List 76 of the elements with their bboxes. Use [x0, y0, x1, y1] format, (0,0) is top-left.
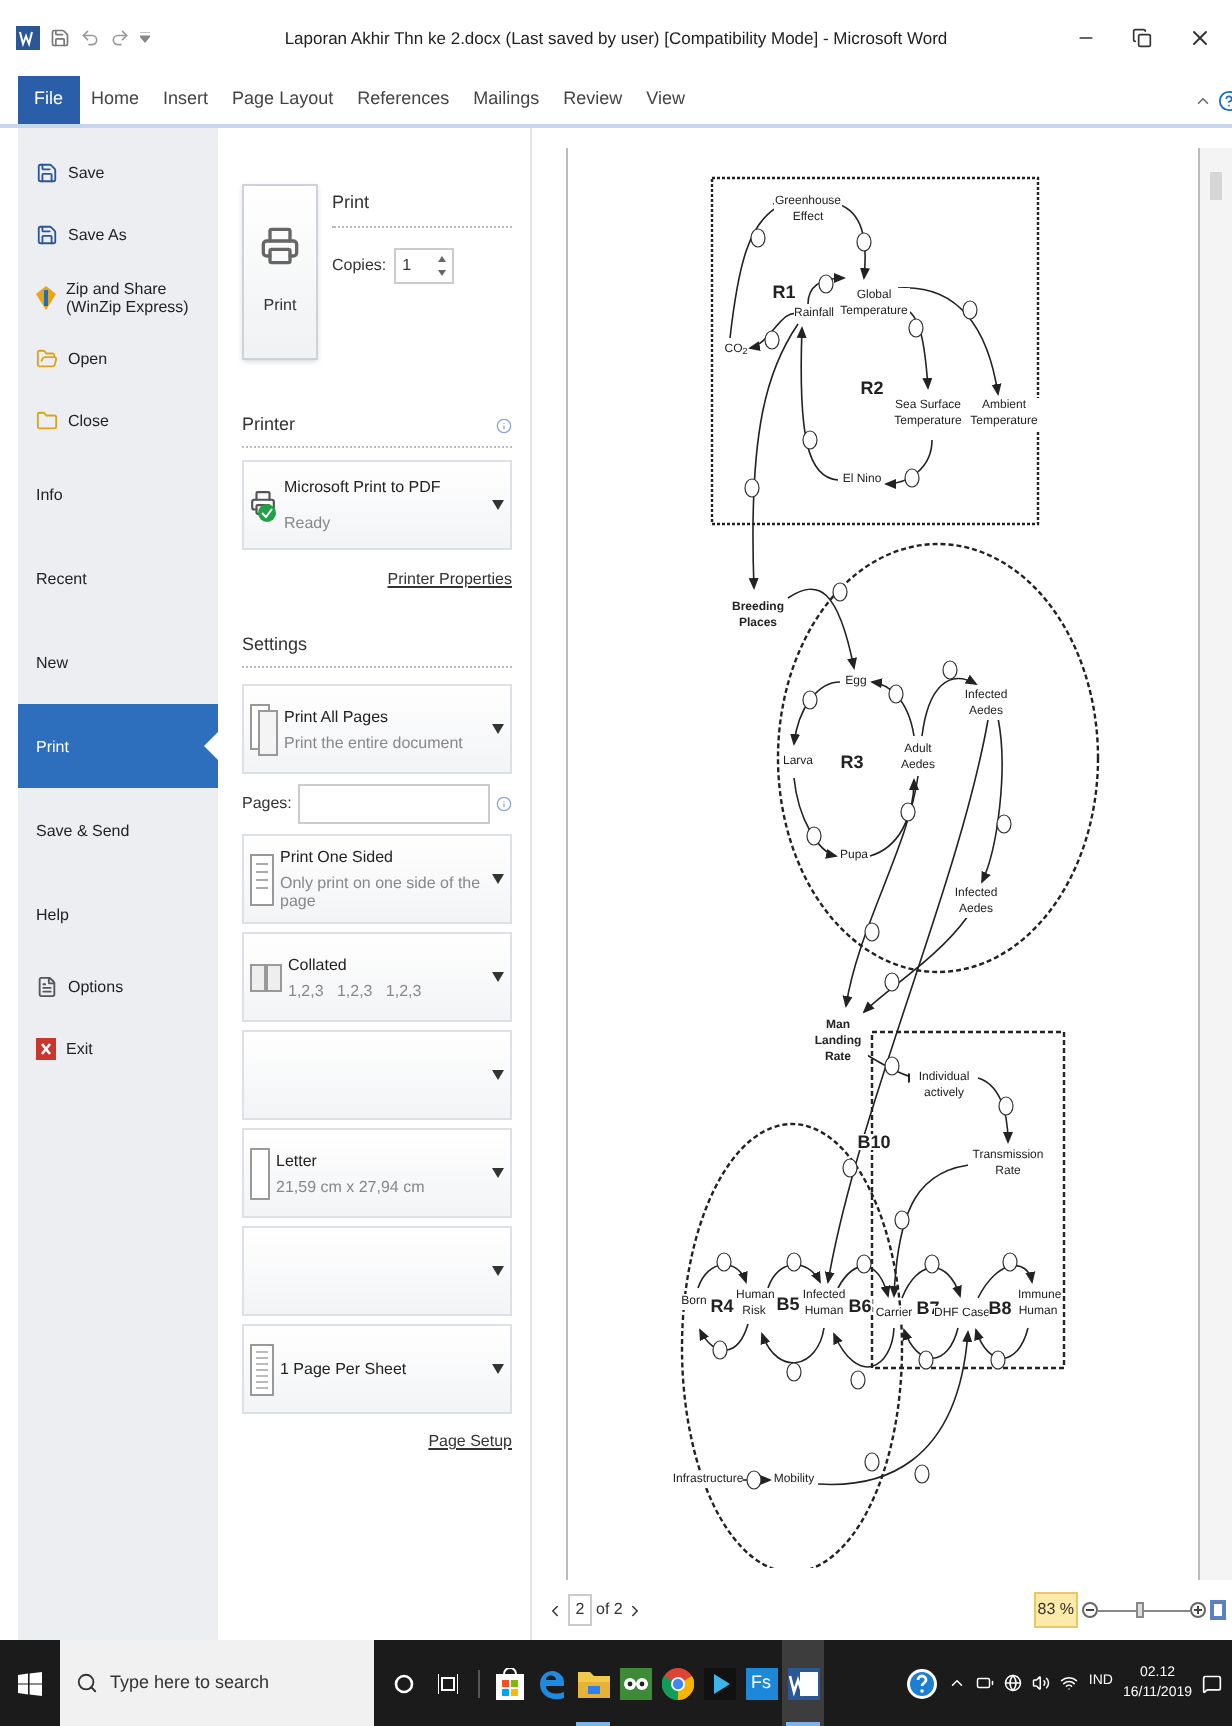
nav-item[interactable]: Options: [18, 956, 218, 1018]
printer-dropdown[interactable]: Microsoft Print to PDF Ready: [242, 460, 512, 550]
ribbon-tab[interactable]: References: [345, 76, 462, 124]
option-title: Print One Sided: [280, 848, 395, 866]
nav-label: Close: [68, 412, 109, 430]
zoom-level[interactable]: 83 %: [1033, 1592, 1078, 1628]
nav-item[interactable]: Exit: [18, 1018, 218, 1080]
page-setup-link[interactable]: Page Setup: [428, 1430, 512, 1454]
option-subtitle: 21,59 cm x 27,94 cm: [276, 1177, 427, 1195]
print-button[interactable]: Print: [242, 184, 318, 360]
nav-label: New: [36, 653, 69, 671]
nav-label: Help: [36, 905, 69, 923]
option-subtitle: Only print on one side of the page: [280, 874, 483, 910]
diagram-label: R2: [860, 380, 884, 396]
nav-item[interactable]: Save As: [18, 204, 218, 266]
ribbon-tab[interactable]: Mailings: [461, 76, 552, 124]
section-heading: Print: [332, 184, 512, 227]
settings-dropdown[interactable]: 1 Page Per Sheet: [242, 1324, 512, 1414]
nav-item[interactable]: Open: [18, 328, 218, 390]
window-title: Laporan Akhir Thn ke 2.docx (Last saved by user) [Compatibility Mode] - Microsoft Word: [282, 25, 950, 51]
diagram-label: B5: [776, 1296, 800, 1312]
nav-item[interactable]: Close: [18, 390, 218, 452]
nav-item[interactable]: Save & Send: [18, 788, 218, 872]
taskbar-app[interactable]: Fs: [740, 1640, 782, 1726]
nav-label: Info: [36, 485, 63, 503]
section-heading: Printer: [242, 411, 296, 438]
nav-item[interactable]: Help: [18, 872, 218, 956]
nav-label: Save & Send: [36, 821, 130, 839]
nav-item[interactable]: Zip and Share (WinZip Express): [18, 266, 218, 328]
nav-label: Print: [36, 737, 69, 755]
nav-label: Options: [68, 978, 124, 996]
settings-dropdown[interactable]: Print All Pages Print the entire document: [242, 684, 512, 774]
ribbon-tab[interactable]: File: [18, 76, 80, 124]
ribbon-tab[interactable]: Home: [79, 76, 152, 124]
ribbon-tab[interactable]: Review: [551, 76, 635, 124]
ribbon-tab[interactable]: View: [634, 76, 698, 124]
option-subtitle: Print the entire document: [284, 733, 465, 751]
nav-item[interactable]: Info: [18, 452, 218, 536]
copies-field[interactable]: 1: [394, 247, 455, 283]
pages-label: Pages:: [242, 792, 292, 816]
diagram-label: R3: [840, 754, 864, 770]
search-placeholder: Type here to search: [110, 1669, 270, 1696]
printer-properties-link[interactable]: Printer Properties: [387, 568, 512, 592]
search-field[interactable]: Type here to search: [60, 1640, 374, 1726]
settings-dropdown[interactable]: Letter 21,59 cm x 27,94 cm: [242, 1128, 512, 1218]
page-number-field[interactable]: 2: [568, 1594, 592, 1626]
diagram-label: B10: [857, 1134, 891, 1150]
nav-item[interactable]: Save: [18, 142, 218, 204]
ribbon-tab[interactable]: Page Layout: [220, 76, 346, 124]
nav-item[interactable]: Recent: [18, 536, 218, 620]
nav-label: Save As: [68, 226, 127, 244]
nav-label: Save: [68, 164, 105, 182]
printer-name: Microsoft Print to PDF: [284, 475, 443, 499]
copies-label: Copies:: [332, 253, 387, 277]
option-subtitle: 1,2,3 1,2,3 1,2,3: [288, 981, 424, 999]
option-title: Letter: [276, 1151, 319, 1169]
ribbon-tab[interactable]: Insert: [151, 76, 221, 124]
nav-label: Zip and Share (WinZip Express): [66, 279, 191, 315]
diagram-label: R1: [772, 284, 796, 300]
option-title: Print All Pages: [284, 707, 391, 725]
diagram-label: B6: [848, 1298, 872, 1314]
option-title: 1 Page Per Sheet: [280, 1360, 409, 1378]
option-title: Collated: [288, 955, 349, 973]
settings-dropdown[interactable]: Collated 1,2,3 1,2,3 1,2,3: [242, 932, 512, 1022]
nav-item[interactable]: New: [18, 620, 218, 704]
section-heading: Settings: [242, 631, 308, 658]
nav-item[interactable]: Print: [18, 704, 218, 788]
app-label: Fs: [745, 1667, 777, 1699]
nav-label: Open: [68, 350, 108, 368]
diagram-label: B8: [988, 1300, 1012, 1316]
settings-dropdown[interactable]: Print One Sided Only print on one side of the page: [242, 834, 512, 924]
diagram-label: R4: [710, 1298, 734, 1314]
printer-status: Ready: [284, 511, 333, 535]
page-total: of 2: [596, 1598, 623, 1622]
nav-label: Exit: [66, 1040, 93, 1058]
nav-label: Recent: [36, 569, 87, 587]
